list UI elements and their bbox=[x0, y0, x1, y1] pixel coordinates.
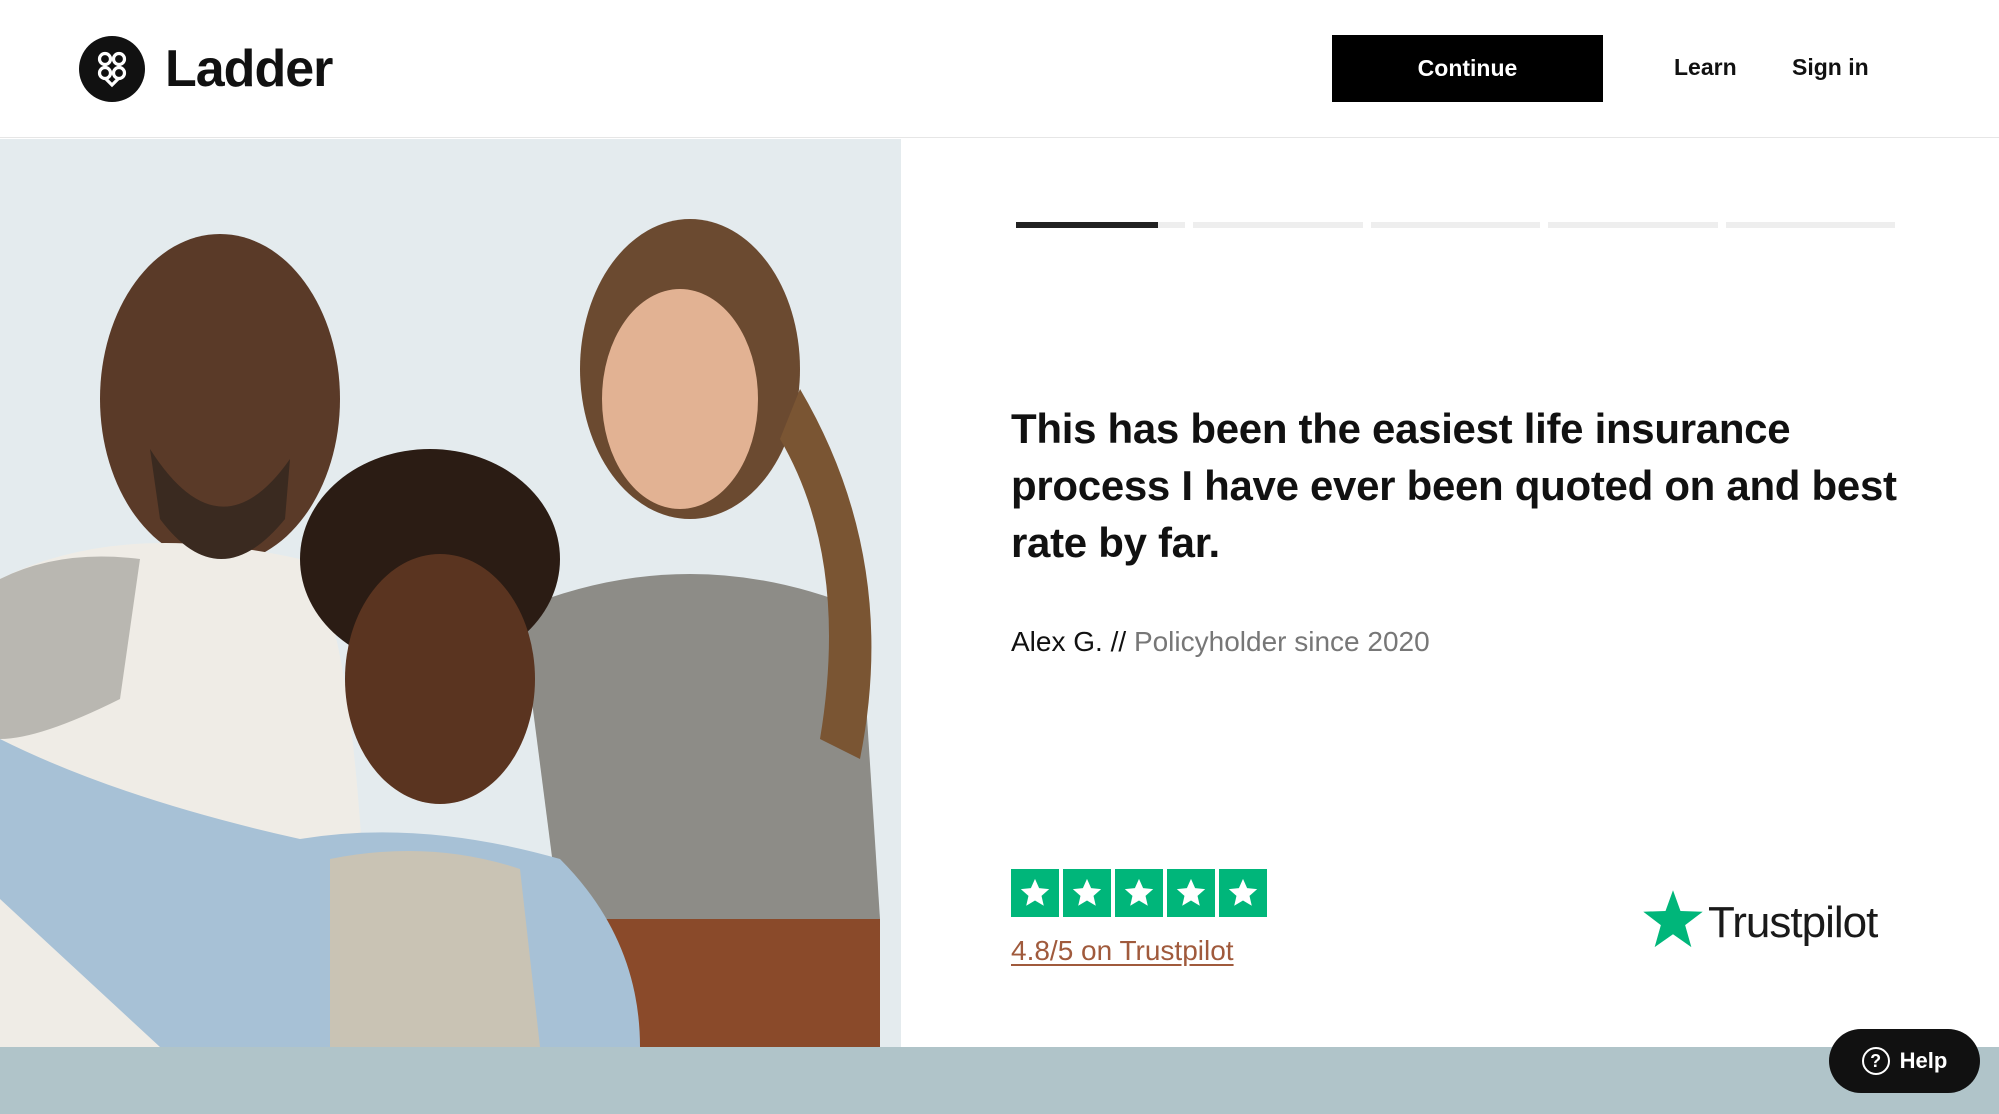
help-button[interactable]: ? Help bbox=[1829, 1029, 1980, 1093]
star-icon bbox=[1115, 869, 1163, 917]
trustpilot-wordmark: Trustpilot bbox=[1708, 897, 1878, 947]
progress-steps bbox=[1016, 222, 1896, 228]
progress-step-5 bbox=[1725, 222, 1896, 228]
continue-button[interactable]: Continue bbox=[1332, 35, 1603, 102]
nav-learn-link[interactable]: Learn bbox=[1674, 54, 1737, 81]
bottom-band bbox=[0, 1047, 1999, 1114]
author-since: Policyholder since 2020 bbox=[1133, 626, 1430, 657]
hero-photo bbox=[0, 139, 901, 1047]
trustpilot-star-icon bbox=[1642, 890, 1704, 955]
logo-text: Ladder bbox=[165, 40, 333, 98]
testimonial-quote: This has been the easiest life insurance… bbox=[1011, 405, 1897, 566]
star-icon bbox=[1167, 869, 1215, 917]
author-name: Alex G. // bbox=[1011, 626, 1127, 657]
site-header: Ladder Continue Learn Sign in bbox=[0, 0, 1999, 138]
trustpilot-rating-link[interactable]: 4.8/5 on Trustpilot bbox=[1011, 935, 1234, 967]
ladder-logo-icon bbox=[79, 36, 145, 102]
star-rating bbox=[1011, 869, 1267, 917]
logo-link[interactable]: Ladder bbox=[79, 36, 333, 102]
testimonial-author: Alex G. // Policyholder since 2020 bbox=[1011, 626, 1430, 658]
trustpilot-logo: Trustpilot bbox=[1642, 890, 1878, 955]
progress-step-4 bbox=[1548, 222, 1718, 228]
star-icon bbox=[1011, 869, 1059, 917]
star-icon bbox=[1219, 869, 1267, 917]
help-label: Help bbox=[1899, 1048, 1948, 1073]
family-photo-illustration bbox=[0, 139, 901, 1047]
star-icon bbox=[1063, 869, 1111, 917]
progress-step-3 bbox=[1370, 222, 1541, 228]
progress-step-2 bbox=[1193, 222, 1363, 228]
question-circle-icon: ? bbox=[1861, 1047, 1890, 1075]
progress-step-1 bbox=[1016, 222, 1186, 228]
nav-sign-in-link[interactable]: Sign in bbox=[1792, 54, 1869, 81]
